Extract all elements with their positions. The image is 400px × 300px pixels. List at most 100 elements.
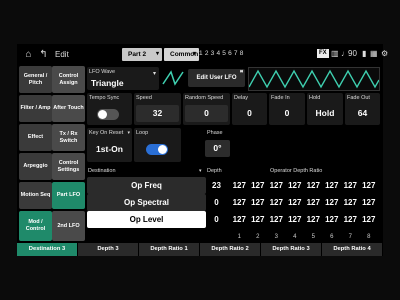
tab-label: Motion Seq (20, 192, 51, 198)
ratio-cell[interactable]: 127 (323, 198, 342, 207)
loop-toggle[interactable] (146, 144, 168, 155)
operator-number: 1 (237, 234, 241, 240)
grid-icon[interactable]: ▦ (370, 49, 378, 58)
subtab-control-assign[interactable]: Control Assign (52, 66, 85, 93)
speed-panel[interactable]: Speed 32 (134, 93, 181, 125)
fade-in-panel[interactable]: Fade In 0 (269, 93, 305, 125)
ratio-cell[interactable]: 127 (267, 215, 286, 224)
destination-label: Op Spectral (124, 198, 169, 207)
ratio-cell[interactable]: 127 (249, 181, 268, 190)
ratio-cell[interactable]: 127 (286, 198, 305, 207)
ratio-cell[interactable]: 127 (341, 215, 360, 224)
ratio-cell[interactable]: 127 (360, 181, 379, 190)
ratio-cell[interactable]: 127 (304, 181, 323, 190)
phase-panel[interactable]: Phase 0° (205, 128, 230, 162)
tab-general-pitch[interactable]: General / Pitch (19, 66, 52, 93)
tempo-sync-toggle[interactable] (97, 109, 119, 120)
chevron-down-icon: ▾ (127, 130, 130, 136)
loop-label: Loop (136, 130, 149, 136)
random-speed-value: 0 (204, 108, 209, 118)
ratio-cell[interactable]: 127 (304, 215, 323, 224)
subtab-tx-rx-switch[interactable]: Tx / Rx Switch (52, 124, 85, 151)
lfo-wave-selector[interactable]: LFO Wave Triangle ▾ (87, 67, 159, 90)
tempo-value[interactable]: 90 (348, 49, 357, 58)
tab-label: Arpeggio (23, 163, 48, 169)
key-on-reset-label: Key On Reset (89, 130, 124, 136)
home-icon[interactable]: ⌂ (23, 49, 34, 60)
ratio-cell[interactable]: 127 (304, 198, 323, 207)
lfo-waveform-display (248, 67, 380, 91)
random-speed-label: Random Speed (185, 95, 224, 101)
fade-out-panel[interactable]: Fade Out 64 (345, 93, 380, 125)
subtab-part-lfo[interactable]: Part LFO (52, 182, 85, 209)
subtab-control-settings[interactable]: Control Settings (52, 153, 85, 180)
ratio-cell[interactable]: 127 (249, 215, 268, 224)
ratio-cell[interactable]: 127 (360, 198, 379, 207)
destination-row-3[interactable]: Op Level (87, 211, 206, 228)
ratio-row-3: 127 127 127 127 127 127 127 127 (230, 215, 378, 224)
fx-indicator[interactable]: FX (317, 49, 329, 58)
ratio-cell[interactable]: 127 (230, 181, 249, 190)
operator-number: 4 (293, 234, 297, 240)
operator-number: 6 (330, 234, 334, 240)
depth-value-2[interactable]: 0 (208, 198, 225, 207)
tab-label: Effect (27, 134, 44, 140)
ratio-cell[interactable]: 127 (267, 198, 286, 207)
ratio-cell[interactable]: 127 (286, 181, 305, 190)
knob-depth-ratio-1[interactable]: Depth Ratio 1 (139, 243, 199, 256)
edit-user-lfo-button[interactable]: Edit User LFO ⌗ (188, 69, 245, 87)
key-on-reset-panel[interactable]: Key On Reset ▾ 1st-On (87, 128, 132, 162)
tab-arpeggio[interactable]: Arpeggio (19, 153, 52, 180)
delay-panel[interactable]: Delay 0 (232, 93, 267, 125)
knob-destination-3[interactable]: Destination 3 (17, 243, 77, 256)
hold-panel[interactable]: Hold Hold (307, 93, 343, 125)
wave-preview-icon (161, 68, 185, 88)
part-numbers: 1 2 3 4 5 6 7 8 (199, 50, 244, 57)
knob-depth-ratio-3[interactable]: Depth Ratio 3 (261, 243, 321, 256)
subtab-after-touch[interactable]: After Touch (52, 95, 85, 122)
part-selector[interactable]: Part 2 ▾ (122, 48, 162, 61)
ratio-cell[interactable]: 127 (323, 181, 342, 190)
depth-value-1[interactable]: 23 (208, 181, 225, 190)
random-speed-panel[interactable]: Random Speed 0 (183, 93, 230, 125)
meter-icon: ▮ (362, 49, 367, 58)
tab-motion-seq[interactable]: Motion Seq (19, 182, 52, 209)
knob-depth-3[interactable]: Depth 3 (78, 243, 138, 256)
destination-header: Destination (88, 168, 116, 174)
ratio-cell[interactable]: 127 (249, 198, 268, 207)
tab-mod-control[interactable]: Mod / Control (19, 211, 52, 241)
ratio-cell[interactable]: 127 (230, 198, 249, 207)
back-icon[interactable]: ↰ (38, 49, 49, 60)
depth-value-3[interactable]: 0 (208, 215, 225, 224)
depth-header: Depth (207, 168, 222, 174)
ratio-cell[interactable]: 127 (341, 198, 360, 207)
destination-row-2[interactable]: Op Spectral (87, 194, 206, 211)
tempo-sync-label: Tempo Sync (89, 95, 120, 101)
subtab-2nd-lfo[interactable]: 2nd LFO (52, 211, 85, 241)
knob-assign-bar: Destination 3 Depth 3 Depth Ratio 1 Dept… (17, 243, 383, 256)
tab-label: Filter / Amp (20, 105, 51, 111)
subtab-label: 2nd LFO (57, 222, 80, 229)
ratio-cell[interactable]: 127 (360, 215, 379, 224)
ratio-row-1: 127 127 127 127 127 127 127 127 (230, 181, 378, 190)
tab-filter-amp[interactable]: Filter / Amp (19, 95, 52, 122)
ratio-cell[interactable]: 127 (267, 181, 286, 190)
ratio-cell[interactable]: 127 (286, 215, 305, 224)
destination-row-1[interactable]: Op Freq (87, 177, 206, 194)
edit-user-lfo-label: Edit User LFO (196, 75, 237, 81)
subtab-label: Part LFO (56, 192, 81, 198)
toggle-knob (158, 145, 167, 154)
ratio-cell[interactable]: 127 (323, 215, 342, 224)
operator-number: 2 (256, 234, 260, 240)
knob-depth-ratio-2[interactable]: Depth Ratio 2 (200, 243, 260, 256)
settings-icon[interactable]: ⚙ (381, 49, 388, 58)
common-tab[interactable]: Common ▾ (164, 48, 199, 61)
loop-panel: Loop (134, 128, 181, 162)
tab-label: Mod / Control (25, 219, 46, 232)
knob-depth-ratio-4[interactable]: Depth Ratio 4 (322, 243, 382, 256)
ratio-cell[interactable]: 127 (230, 215, 249, 224)
phase-value: 0° (213, 143, 222, 153)
ratio-cell[interactable]: 127 (341, 181, 360, 190)
tab-effect[interactable]: Effect (19, 124, 52, 151)
fade-out-value: 64 (357, 108, 368, 118)
